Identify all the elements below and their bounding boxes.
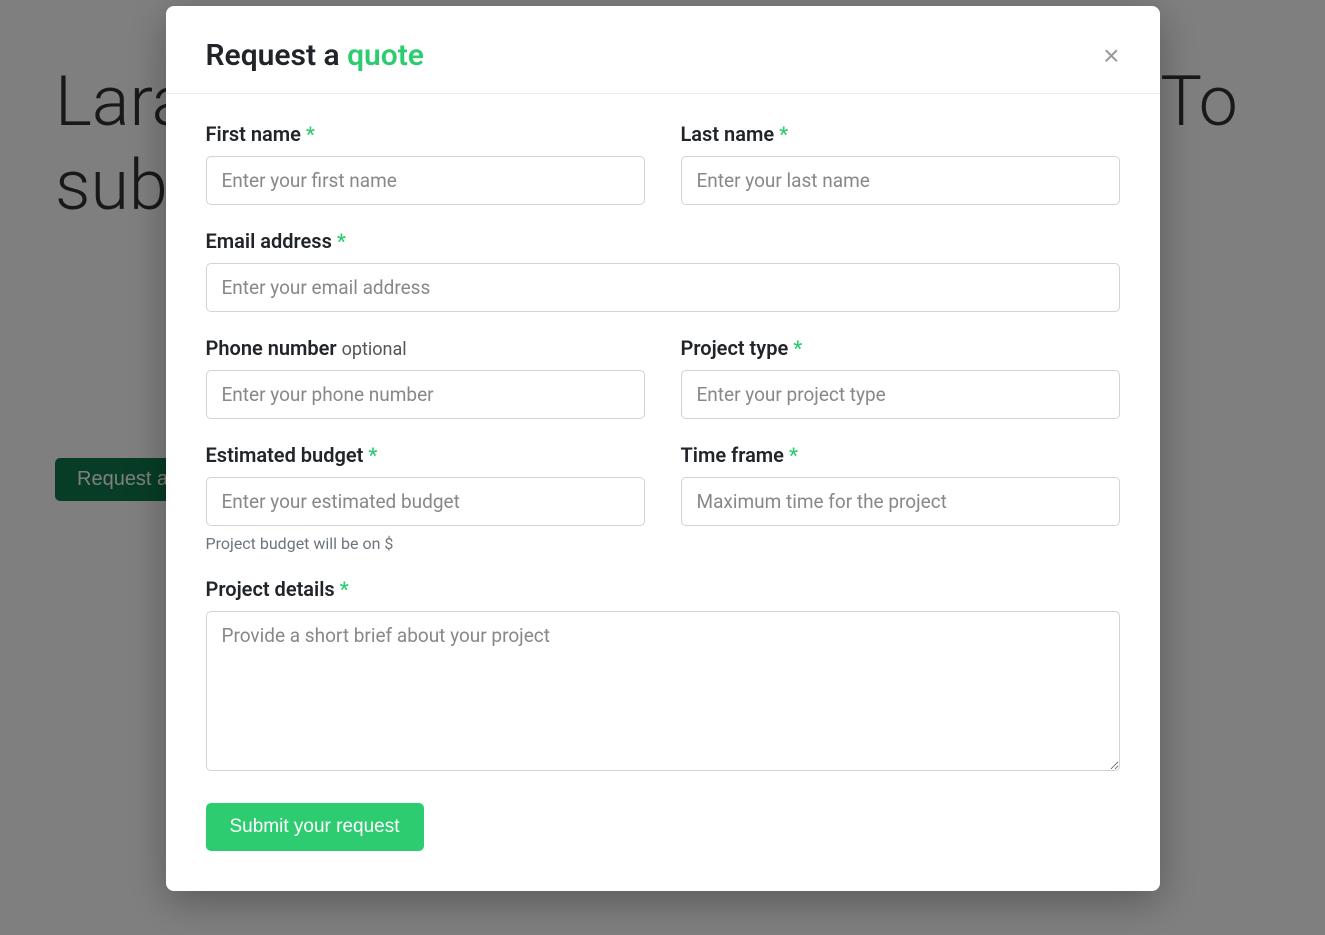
budget-input[interactable] [206, 477, 645, 526]
modal-title-highlight: quote [347, 38, 424, 73]
details-group: Project details * [206, 577, 1120, 775]
project-type-group: Project type * [681, 336, 1120, 419]
email-label: Email address * [206, 229, 1120, 253]
modal-title: Request a quote [206, 38, 424, 73]
modal-overlay[interactable]: Request a quote × First name * Last name… [0, 0, 1325, 935]
modal-header: Request a quote × [166, 6, 1160, 94]
modal-title-prefix: Request a [206, 38, 348, 73]
submit-button[interactable]: Submit your request [206, 803, 424, 851]
phone-group: Phone number optional [206, 336, 645, 419]
modal-body: First name * Last name * Email addr [166, 94, 1160, 891]
details-label: Project details * [206, 577, 1120, 601]
budget-group: Estimated budget * Project budget will b… [206, 443, 645, 553]
details-textarea[interactable] [206, 611, 1120, 771]
project-type-label: Project type * [681, 336, 1120, 360]
first-name-input[interactable] [206, 156, 645, 205]
quote-modal: Request a quote × First name * Last name… [166, 6, 1160, 891]
email-group: Email address * [206, 229, 1120, 312]
last-name-group: Last name * [681, 122, 1120, 205]
email-field[interactable] [206, 263, 1120, 312]
first-name-group: First name * [206, 122, 645, 205]
close-icon[interactable]: × [1103, 42, 1119, 70]
time-frame-label: Time frame * [681, 443, 1120, 467]
time-frame-input[interactable] [681, 477, 1120, 526]
budget-label: Estimated budget * [206, 443, 645, 467]
phone-label: Phone number optional [206, 336, 645, 360]
project-type-input[interactable] [681, 370, 1120, 419]
last-name-input[interactable] [681, 156, 1120, 205]
last-name-label: Last name * [681, 122, 1120, 146]
time-frame-group: Time frame * [681, 443, 1120, 553]
first-name-label: First name * [206, 122, 645, 146]
phone-input[interactable] [206, 370, 645, 419]
budget-help-text: Project budget will be on $ [206, 534, 645, 553]
